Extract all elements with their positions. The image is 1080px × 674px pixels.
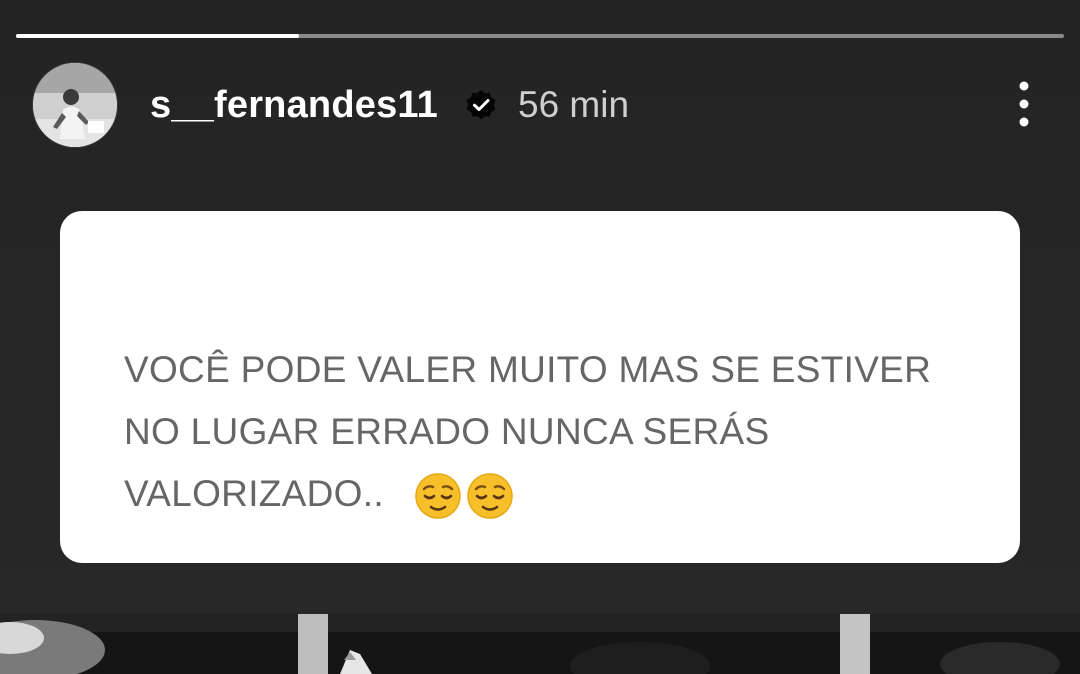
relieved-face-emoji-icon <box>467 473 513 519</box>
avatar[interactable] <box>32 62 118 148</box>
quote-line-last: VALORIZADO.. <box>124 463 964 525</box>
quote-line: VOCÊ PODE VALER MUITO MAS SE ESTIVER <box>124 349 932 390</box>
quote-line: NO LUGAR ERRADO NUNCA SERÁS <box>124 411 770 452</box>
story-viewer[interactable]: s__fernandes11 56 min VOCÊ PODE VALER MU… <box>0 0 1080 674</box>
more-vertical-icon[interactable] <box>1014 80 1034 128</box>
story-header: s__fernandes11 56 min <box>32 62 1052 148</box>
quote-line-text: VALORIZADO.. <box>124 473 384 514</box>
stadium-photo <box>0 614 1080 674</box>
story-progress-track <box>16 34 1064 38</box>
avatar-photo <box>33 63 117 147</box>
verified-badge-icon <box>466 90 496 120</box>
relieved-face-emoji-icon <box>415 473 461 519</box>
quote-text: VOCÊ PODE VALER MUITO MAS SE ESTIVER NO … <box>124 339 964 525</box>
story-photo <box>0 614 1080 674</box>
story-timestamp: 56 min <box>518 84 630 125</box>
quote-card: VOCÊ PODE VALER MUITO MAS SE ESTIVER NO … <box>60 211 1020 563</box>
story-progress-fill <box>16 34 299 38</box>
username[interactable]: s__fernandes11 <box>150 84 438 127</box>
